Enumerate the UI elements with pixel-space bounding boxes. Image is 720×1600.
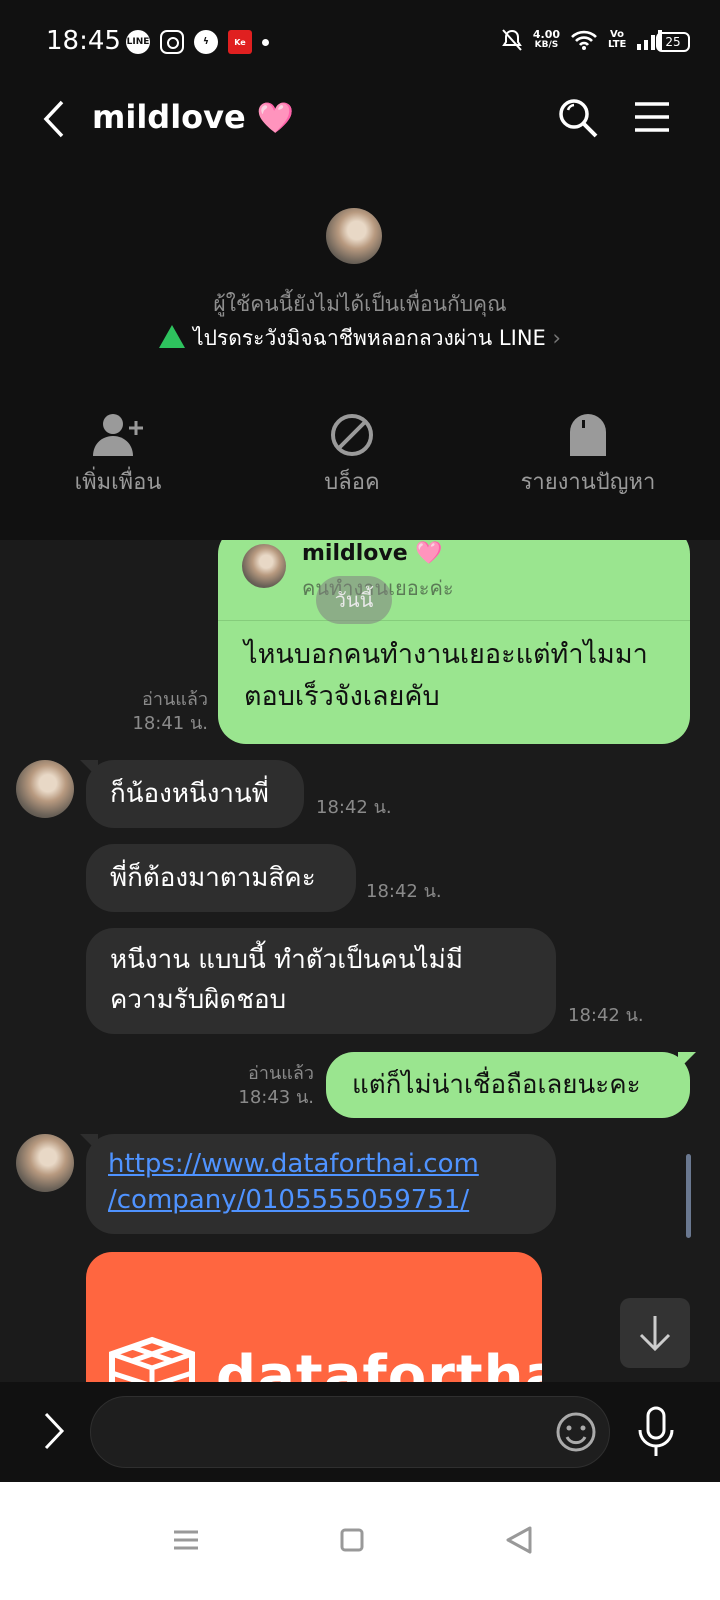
recent-apps-button[interactable]	[156, 1510, 216, 1570]
profile-avatar[interactable]	[326, 208, 382, 264]
scroll-to-bottom-button[interactable]	[620, 1298, 690, 1368]
arrow-down-icon	[639, 1316, 671, 1352]
reply-divider	[218, 620, 690, 621]
block-button[interactable]: บล็อค	[252, 412, 452, 499]
url-line: https://www.dataforthai.com	[108, 1149, 479, 1179]
scam-warning-link[interactable]: ไปรดระวังมิจฉาชีพหลอกลวงผ่าน LINE ›	[0, 322, 720, 355]
message-composer	[0, 1382, 720, 1482]
mute-icon	[501, 29, 522, 51]
incoming-message[interactable]: พี่ก็ต้องมาตามสิคะ	[86, 844, 356, 912]
message-time: 18:43 น.	[238, 1087, 314, 1108]
not-friend-notice: ผู้ใช้คนนี้ยังไม่ได้เป็นเพื่อนกับคุณ	[213, 292, 507, 316]
scam-warning-text: ไปรดระวังมิจฉาชีพหลอกลวงผ่าน LINE	[193, 326, 546, 350]
menu-lines-icon	[174, 1530, 198, 1550]
line-icon: LINE	[126, 30, 150, 54]
triangle-back-icon	[506, 1526, 532, 1554]
outgoing-message[interactable]: แต่ก็ไม่น่าเชื่อถือเลยนะคะ	[326, 1052, 690, 1118]
quoted-avatar	[242, 544, 286, 588]
add-friend-icon	[93, 414, 143, 456]
message-meta: อ่านแล้ว 18:43 น.	[216, 1062, 314, 1110]
warning-icon	[159, 325, 186, 348]
incoming-message[interactable]: ก็น้องหนีงานพี่	[86, 760, 304, 828]
kerry-icon: Ke	[228, 30, 252, 54]
heart-emoji: 🩷	[256, 101, 295, 136]
hamburger-menu-icon	[635, 102, 669, 132]
system-navigation-bar	[0, 1482, 720, 1600]
incoming-message[interactable]: หนีงาน แบบนี้ ทำตัวเป็นคนไม่มี ความรับผิ…	[86, 928, 556, 1034]
chat-header: mildlove 🩷	[0, 84, 720, 154]
chat-messages[interactable]: mildlove 🩷 คนทำงานเยอะค่ะ ไหนบอกคนทำงานเ…	[0, 540, 720, 1382]
more-notifications-dot	[262, 38, 269, 46]
chat-title-text: mildlove	[92, 98, 246, 136]
battery-icon: 25	[656, 32, 690, 52]
expand-toolbar-button[interactable]	[34, 1408, 74, 1454]
square-icon	[340, 1528, 364, 1552]
status-time: 18:45	[46, 26, 121, 56]
stranger-profile-panel: ผู้ใช้คนนี้ยังไม่ได้เป็นเพื่อนกับคุณ ไปร…	[0, 154, 720, 540]
message-line: หนีงาน แบบนี้ ทำตัวเป็นคนไม่มี	[110, 945, 463, 975]
network-speed-value: 4.00	[532, 28, 560, 41]
incoming-link-message[interactable]: https://www.dataforthai.com /company/010…	[86, 1134, 556, 1234]
instagram-icon	[160, 30, 184, 54]
outgoing-reply-message[interactable]: mildlove 🩷 คนทำงานเยอะค่ะ ไหนบอกคนทำงานเ…	[218, 540, 690, 744]
link-preview-card[interactable]: dataforthai	[86, 1252, 542, 1382]
message-text: ไหนบอกคนทำงานเยอะแต่ทำไมมา ตอบเร็วจังเลย…	[244, 634, 648, 718]
report-icon	[570, 414, 606, 456]
network-speed-unit: KB/S	[534, 40, 559, 50]
system-icons: 4.00 KB/S Vo LTE	[501, 28, 664, 52]
notification-icons: LINE ϟ Ke	[126, 30, 269, 54]
message-text: พี่ก็ต้องมาตามสิคะ	[110, 863, 316, 893]
messenger-icon: ϟ	[194, 30, 218, 54]
network-speed: 4.00 KB/S	[533, 29, 560, 51]
message-time: 18:42 น.	[568, 1005, 644, 1026]
read-receipt: อ่านแล้ว	[142, 689, 208, 710]
chat-title: mildlove 🩷	[92, 98, 294, 136]
read-receipt: อ่านแล้ว	[248, 1063, 314, 1084]
block-label: บล็อค	[324, 470, 380, 495]
block-icon	[331, 414, 373, 456]
menu-button[interactable]	[632, 98, 672, 138]
wifi-icon	[571, 30, 597, 50]
voice-message-button[interactable]	[636, 1404, 676, 1460]
message-line: ความรับผิดชอบ	[110, 985, 287, 1015]
message-text: ก็น้องหนีงานพี่	[110, 779, 269, 809]
url-line: /company/0105555059751/	[108, 1185, 470, 1215]
report-button[interactable]: รายงานปัญหา	[488, 412, 688, 499]
scrollbar-thumb[interactable]	[686, 1154, 691, 1238]
message-input[interactable]	[90, 1396, 610, 1468]
url-link[interactable]: https://www.dataforthai.com /company/010…	[108, 1146, 534, 1218]
emoji-button[interactable]	[554, 1410, 598, 1454]
chevron-right-icon: ›	[552, 326, 561, 350]
message-time: 18:42 น.	[366, 881, 442, 902]
sender-avatar[interactable]	[16, 760, 74, 818]
home-button[interactable]	[322, 1510, 382, 1570]
dataforthai-logo-icon	[109, 1336, 195, 1382]
chevron-left-icon	[43, 100, 64, 138]
date-separator: วันนี้	[316, 576, 392, 624]
sender-avatar[interactable]	[16, 1134, 74, 1192]
emoji-icon	[556, 1412, 596, 1452]
message-meta: อ่านแล้ว 18:41 น.	[112, 688, 208, 736]
add-friend-label: เพิ่มเพื่อน	[74, 470, 162, 495]
message-time: 18:42 น.	[316, 797, 392, 818]
microphone-icon	[638, 1406, 674, 1456]
status-bar: 18:45 LINE ϟ Ke 4.00 KB/S Vo LTE 25	[0, 0, 720, 84]
add-friend-button[interactable]: เพิ่มเพื่อน	[18, 412, 218, 499]
message-line: ตอบเร็วจังเลยคับ	[244, 681, 440, 712]
message-time: 18:41 น.	[132, 713, 208, 734]
search-icon	[559, 99, 598, 138]
back-button[interactable]	[38, 96, 78, 142]
volte-indicator: Vo LTE	[608, 29, 627, 50]
system-back-button[interactable]	[490, 1510, 550, 1570]
message-line: ไหนบอกคนทำงานเยอะแต่ทำไมมา	[244, 639, 648, 670]
message-text: แต่ก็ไม่น่าเชื่อถือเลยนะคะ	[352, 1070, 641, 1100]
chevron-right-icon	[44, 1412, 65, 1450]
report-label: รายงานปัญหา	[520, 470, 656, 495]
search-button[interactable]	[556, 96, 600, 140]
preview-brand-text: dataforthai	[216, 1344, 542, 1382]
